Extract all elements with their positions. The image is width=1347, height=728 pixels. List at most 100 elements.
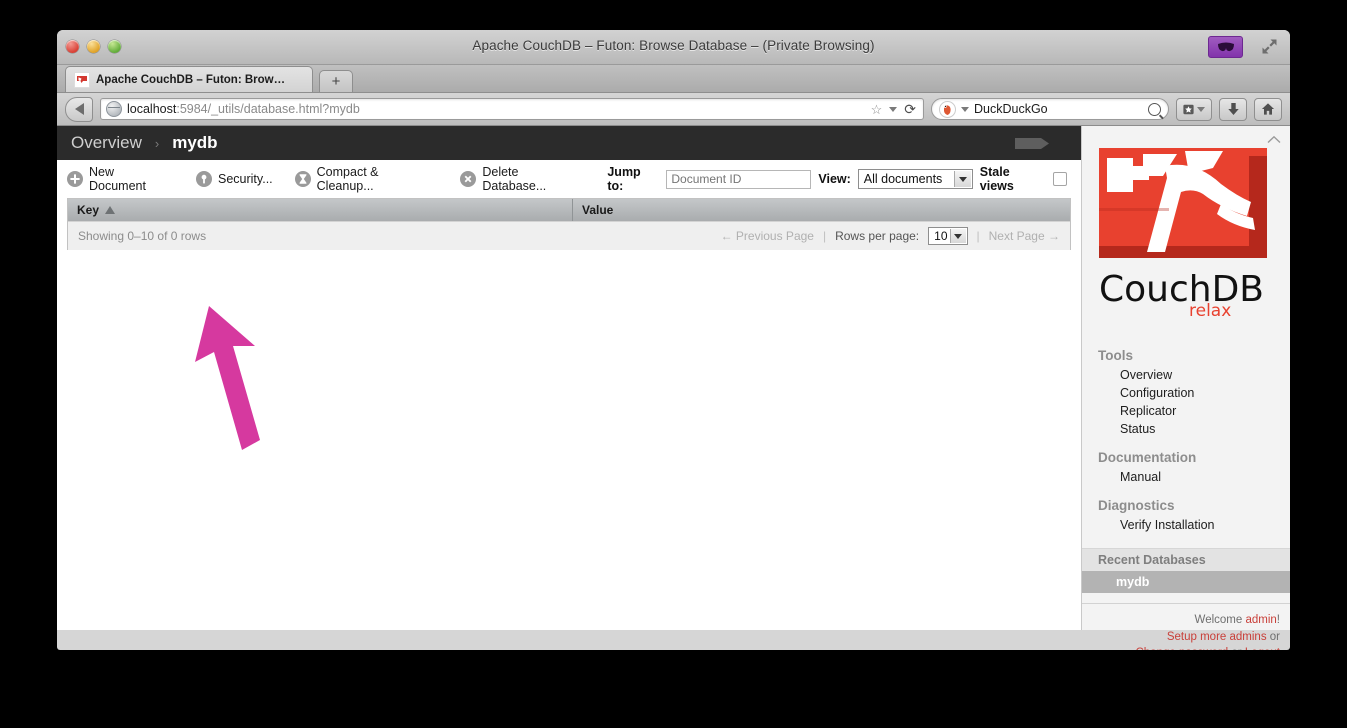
view-select-chevron-icon [953,171,971,187]
column-header-value-label: Value [582,203,614,217]
home-icon [1261,103,1275,115]
jump-to-input[interactable] [666,169,812,189]
rows-per-page-value: 10 [934,229,948,243]
breadcrumb-overview-link[interactable]: Overview [71,133,142,153]
download-arrow-icon [1227,103,1239,115]
bookmark-star-icon[interactable]: ☆ [871,103,883,116]
showing-rows-text: Showing 0–10 of 0 rows [78,229,207,243]
hourglass-circle-icon [294,171,311,187]
compact-cleanup-button[interactable]: Compact & Cleanup... [294,165,439,193]
couchdb-logo: CouchDB relax [1082,126,1290,336]
previous-page-link[interactable]: ← Previous Page [721,229,814,243]
collapse-chevron-up-icon[interactable] [1267,135,1281,144]
sidebar-item-replicator[interactable]: Replicator [1098,402,1290,420]
back-arrow-icon [74,103,84,115]
security-button[interactable]: Security... [196,171,273,187]
next-page-link[interactable]: Next Page → [989,229,1060,243]
sidebar-group-title-documentation: Documentation [1098,450,1197,465]
search-input[interactable]: DuckDuckGo [974,102,1143,116]
change-password-link[interactable]: Change password [1135,647,1228,650]
chevron-down-icon[interactable] [889,106,898,112]
back-button[interactable] [65,96,93,122]
bookmarks-chevron-icon [1197,106,1205,112]
window-titlebar: Apache CouchDB – Futon: Browse Database … [57,30,1290,65]
reload-icon[interactable]: ⟳ [904,102,916,116]
sidebar-item-mydb[interactable]: mydb [1082,571,1290,593]
compact-cleanup-label: Compact & Cleanup... [316,165,379,193]
recent-databases-title: Recent Databases [1082,548,1290,571]
svg-text:relax: relax [1189,301,1231,319]
logout-link[interactable]: Logout [1245,647,1280,650]
documents-table: Key Value Showing 0–10 of 0 rows ← Previ… [67,198,1071,250]
fullscreen-icon[interactable] [1261,38,1278,55]
column-header-key[interactable]: Key [68,199,573,221]
x-circle-icon [460,171,477,187]
view-controls: Jump to: View: All documents Stale views [607,165,1071,193]
sidebar-item-manual[interactable]: Manual [1098,468,1290,486]
password-logout-line: Change password or Logout [1092,645,1280,650]
lock-circle-icon [196,171,212,187]
rows-per-page-chevron-icon [949,229,966,243]
bookmark-icon [1183,104,1194,114]
breadcrumb: Overview › mydb [57,126,1081,160]
sidebar-group-title-diagnostics: Diagnostics [1098,498,1175,513]
couchdb-logo-text: CouchDB relax [1099,269,1264,321]
rows-per-page-select[interactable]: 10 [928,227,968,245]
current-user-link[interactable]: admin [1245,614,1276,626]
column-header-value[interactable]: Value [573,199,1070,221]
new-tab-button[interactable]: + [319,70,353,92]
welcome-line: Welcome admin! [1092,612,1280,629]
duckduckgo-icon [939,100,956,118]
or-text-1: or [1266,630,1280,643]
delete-database-button[interactable]: Delete Database... [460,165,585,193]
view-select[interactable]: All documents [857,169,973,189]
search-bar[interactable]: DuckDuckGo [931,98,1169,120]
jump-to-label: Jump to: [607,165,641,193]
browser-window: Apache CouchDB – Futon: Browse Database … [57,30,1290,650]
pager-separator-2: | [976,229,980,243]
page-viewport: Overview › mydb New Document Security...… [57,126,1290,650]
browser-tab[interactable]: Apache CouchDB – Futon: Brow… [65,66,313,92]
address-bar[interactable]: localhost:5984/_utils/database.html?mydb… [100,98,924,120]
or-text-2: or [1228,647,1245,650]
window-title: Apache CouchDB – Futon: Browse Database … [472,38,875,53]
new-document-button[interactable]: New Document [67,165,174,193]
view-label: View: [818,172,851,186]
svg-text:CouchDB: CouchDB [1099,269,1264,310]
breadcrumb-separator-icon: › [154,135,160,151]
url-host: localhost [127,102,177,116]
bookmarks-button[interactable] [1176,97,1212,121]
sidebar-item-overview[interactable]: Overview [1098,366,1290,384]
sidebar-item-status[interactable]: Status [1098,420,1290,438]
table-header-row: Key Value [68,199,1070,221]
address-bar-icons: ☆ ⟳ [871,102,918,116]
plus-circle-icon [67,171,83,187]
table-footer: Showing 0–10 of 0 rows ← Previous Page |… [68,221,1070,250]
welcome-prefix: Welcome [1194,614,1246,626]
security-label: Security... [218,172,273,186]
private-browsing-mask-icon[interactable] [1208,36,1243,58]
sort-ascending-icon [105,206,116,214]
setup-admins-line: Setup more admins or [1092,629,1280,646]
home-button[interactable] [1254,97,1282,121]
downloads-button[interactable] [1219,97,1247,121]
search-icon[interactable] [1148,102,1161,116]
stale-views-checkbox[interactable] [1053,172,1068,186]
navigation-toolbar: localhost:5984/_utils/database.html?mydb… [57,93,1290,126]
rows-per-page-label: Rows per page: [835,229,920,243]
setup-more-admins-link[interactable]: Setup more admins [1167,631,1267,643]
sidebar-item-verify-installation[interactable]: Verify Installation [1098,516,1290,534]
loading-indicator-icon [1015,138,1049,149]
stale-views-label: Stale views [979,165,1014,193]
search-engine-chevron-icon[interactable] [961,106,969,112]
tab-strip: Apache CouchDB – Futon: Brow… + [57,65,1290,93]
database-toolbar: New Document Security... Compact & Clean… [57,160,1081,198]
user-info-box: Welcome admin! Setup more admins or Chan… [1082,603,1290,650]
view-select-value: All documents [863,172,943,186]
futon-sidebar: CouchDB relax Tools Overview Configurati… [1081,126,1290,650]
sidebar-nav: Tools Overview Configuration Replicator … [1082,336,1290,534]
annotation-arrow-icon [195,306,260,450]
sidebar-item-configuration[interactable]: Configuration [1098,384,1290,402]
pager-separator-1: | [822,229,827,243]
url-path: :5984/_utils/database.html?mydb [176,102,360,116]
